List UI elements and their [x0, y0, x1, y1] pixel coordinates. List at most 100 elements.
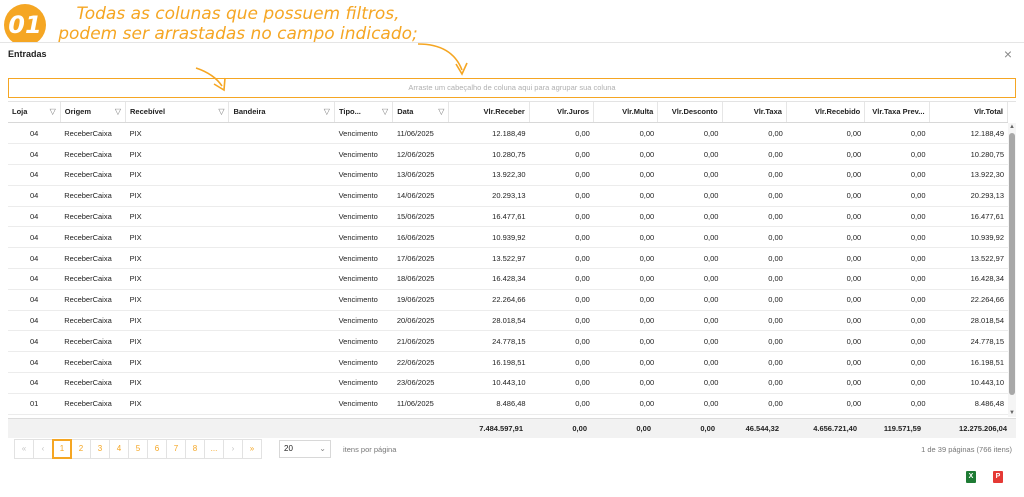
table-row[interactable]: 04 ReceberCaixa PIX Vencimento 20/06/2025 28.…	[8, 310, 1008, 332]
column-header-label: Origem	[64, 107, 91, 117]
table-cell: 0,00	[786, 351, 866, 374]
column-header[interactable]: Vlr.Taxa Prev...	[864, 102, 930, 123]
total-cell: 0,00	[700, 424, 715, 433]
filter-icon[interactable]: ▽	[324, 107, 330, 116]
table-cell: 24.778,15	[929, 330, 1008, 353]
table-cell: PIX	[125, 164, 230, 186]
table-cell	[229, 330, 335, 353]
group-drop-zone[interactable]: Arraste um cabeçalho de coluna aqui para…	[8, 78, 1016, 98]
page-size-select[interactable]: 20 ⌄	[279, 440, 331, 458]
table-cell: 16.428,34	[929, 268, 1008, 290]
scroll-up-icon[interactable]: ▲	[1009, 124, 1015, 130]
prev-page-button[interactable]: ‹	[33, 439, 53, 459]
vertical-scrollbar[interactable]: ▲ ▼	[1008, 123, 1016, 417]
table-cell: 10.939,92	[449, 226, 530, 249]
filter-icon[interactable]: ▽	[50, 107, 56, 116]
column-header-label: Data	[397, 107, 414, 117]
table-row[interactable]: 04 ReceberCaixa PIX Vencimento 13/06/2025 13.…	[8, 164, 1008, 186]
table-cell: Vencimento	[334, 289, 393, 311]
column-header[interactable]: Data ▽	[392, 102, 450, 123]
filter-icon[interactable]: ▽	[382, 107, 388, 116]
table-cell: 0,00	[865, 143, 930, 166]
close-icon[interactable]: ×	[1004, 46, 1012, 62]
table-cell: 0,00	[865, 123, 930, 145]
table-cell: 0,00	[529, 185, 594, 207]
column-header-label: Bandeira	[233, 107, 266, 117]
table-cell: 0,00	[593, 351, 659, 374]
table-cell: 0,00	[722, 247, 787, 270]
table-row[interactable]: 04 ReceberCaixa PIX Vencimento 22/06/2025 16.…	[8, 351, 1008, 374]
table-cell: 8.486,48	[449, 393, 530, 415]
next-page-button[interactable]: ›	[223, 439, 243, 459]
filter-icon[interactable]: ▽	[218, 107, 224, 116]
column-header-label: Vlr.Taxa Prev...	[872, 107, 925, 117]
page-button[interactable]: 8	[185, 439, 205, 459]
table-row[interactable]: 04 ReceberCaixa PIX Vencimento 14/06/2025 20.…	[8, 185, 1008, 207]
pdf-export-icon[interactable]: P	[993, 471, 1003, 483]
total-cell	[60, 419, 125, 438]
filter-icon[interactable]: ▽	[115, 107, 121, 116]
scrollbar-thumb[interactable]	[1009, 133, 1015, 395]
scroll-down-icon[interactable]: ▼	[1009, 410, 1015, 416]
table-cell: 0,00	[593, 268, 659, 290]
table-cell: 0,00	[658, 372, 723, 394]
page-button[interactable]: ...	[204, 439, 224, 459]
page-button[interactable]: 7	[166, 439, 186, 459]
column-header[interactable]: Vlr.Recebido	[786, 102, 866, 123]
last-page-button[interactable]: »	[242, 439, 262, 459]
table-cell: 0,00	[529, 247, 594, 270]
column-header[interactable]: Vlr.Juros	[529, 102, 595, 123]
total-cell	[333, 419, 391, 438]
table-row[interactable]: 04 ReceberCaixa PIX Vencimento 12/06/2025 10.…	[8, 143, 1008, 166]
table-row[interactable]: 01 ReceberCaixa PIX Vencimento 11/06/2025 8.4…	[8, 393, 1008, 415]
page-button[interactable]: 6	[147, 439, 167, 459]
table-row[interactable]: 04 ReceberCaixa PIX Vencimento 23/06/2025 10.…	[8, 372, 1008, 394]
table-cell: Vencimento	[334, 268, 393, 290]
table-cell: 28.018,54	[449, 310, 530, 332]
page-button[interactable]: 1	[52, 439, 72, 459]
table-cell: 0,00	[529, 226, 594, 249]
column-header[interactable]: Vlr.Desconto	[657, 102, 723, 123]
page-button[interactable]: 4	[109, 439, 129, 459]
table-cell: 0,00	[722, 289, 787, 311]
page-button[interactable]: 5	[128, 439, 148, 459]
table-row[interactable]: 04 ReceberCaixa PIX Vencimento 18/06/2025 16.…	[8, 268, 1008, 290]
column-header[interactable]: Origem ▽	[60, 102, 127, 123]
table-cell: 0,00	[658, 393, 723, 415]
table-row[interactable]: 04 ReceberCaixa PIX Vencimento 15/06/2025 16.…	[8, 206, 1008, 228]
column-header[interactable]: Vlr.Multa	[593, 102, 659, 123]
table-cell: 04	[8, 268, 61, 290]
table-cell: 14/06/2025	[392, 185, 450, 207]
grid-body[interactable]: 04 ReceberCaixa PIX Vencimento 11/06/2025 12.…	[8, 123, 1008, 415]
table-cell: 0,00	[786, 206, 866, 228]
table-cell: 0,00	[529, 351, 594, 374]
column-header[interactable]: Bandeira ▽	[228, 102, 335, 123]
column-header[interactable]: Tipo... ▽	[334, 102, 394, 123]
first-page-button[interactable]: «	[14, 439, 34, 459]
table-cell: 0,00	[865, 206, 930, 228]
excel-export-icon[interactable]: X	[966, 471, 976, 483]
table-row[interactable]: 04 ReceberCaixa PIX Vencimento 21/06/2025 24.…	[8, 330, 1008, 353]
table-row[interactable]: 04 ReceberCaixa PIX Vencimento 17/06/2025 13.…	[8, 247, 1008, 270]
table-cell: ReceberCaixa	[60, 393, 126, 415]
table-cell: 0,00	[593, 310, 659, 332]
table-cell: 16.477,61	[449, 206, 530, 228]
column-header[interactable]: Recebível ▽	[125, 102, 230, 123]
column-header[interactable]: Vlr.Receber	[448, 102, 530, 123]
table-row[interactable]: 04 ReceberCaixa PIX Vencimento 19/06/2025 22.…	[8, 289, 1008, 311]
filter-icon[interactable]: ▽	[438, 107, 444, 116]
table-cell: 11/06/2025	[392, 123, 450, 145]
total-cell: 0,00	[572, 424, 587, 433]
column-header[interactable]: Loja ▽	[8, 102, 61, 123]
table-row[interactable]: 04 ReceberCaixa PIX Vencimento 16/06/2025 10.…	[8, 226, 1008, 249]
page-button[interactable]: 3	[90, 439, 110, 459]
table-cell: 0,00	[865, 330, 930, 353]
column-header[interactable]: Vlr.Total	[929, 102, 1009, 123]
table-row[interactable]: 04 ReceberCaixa PIX Vencimento 11/06/2025 12.…	[8, 123, 1008, 145]
table-cell: Vencimento	[334, 351, 393, 374]
table-cell: Vencimento	[334, 310, 393, 332]
table-cell: 0,00	[786, 185, 866, 207]
page-button[interactable]: 2	[71, 439, 91, 459]
table-cell: Vencimento	[334, 206, 393, 228]
column-header[interactable]: Vlr.Taxa	[722, 102, 787, 123]
